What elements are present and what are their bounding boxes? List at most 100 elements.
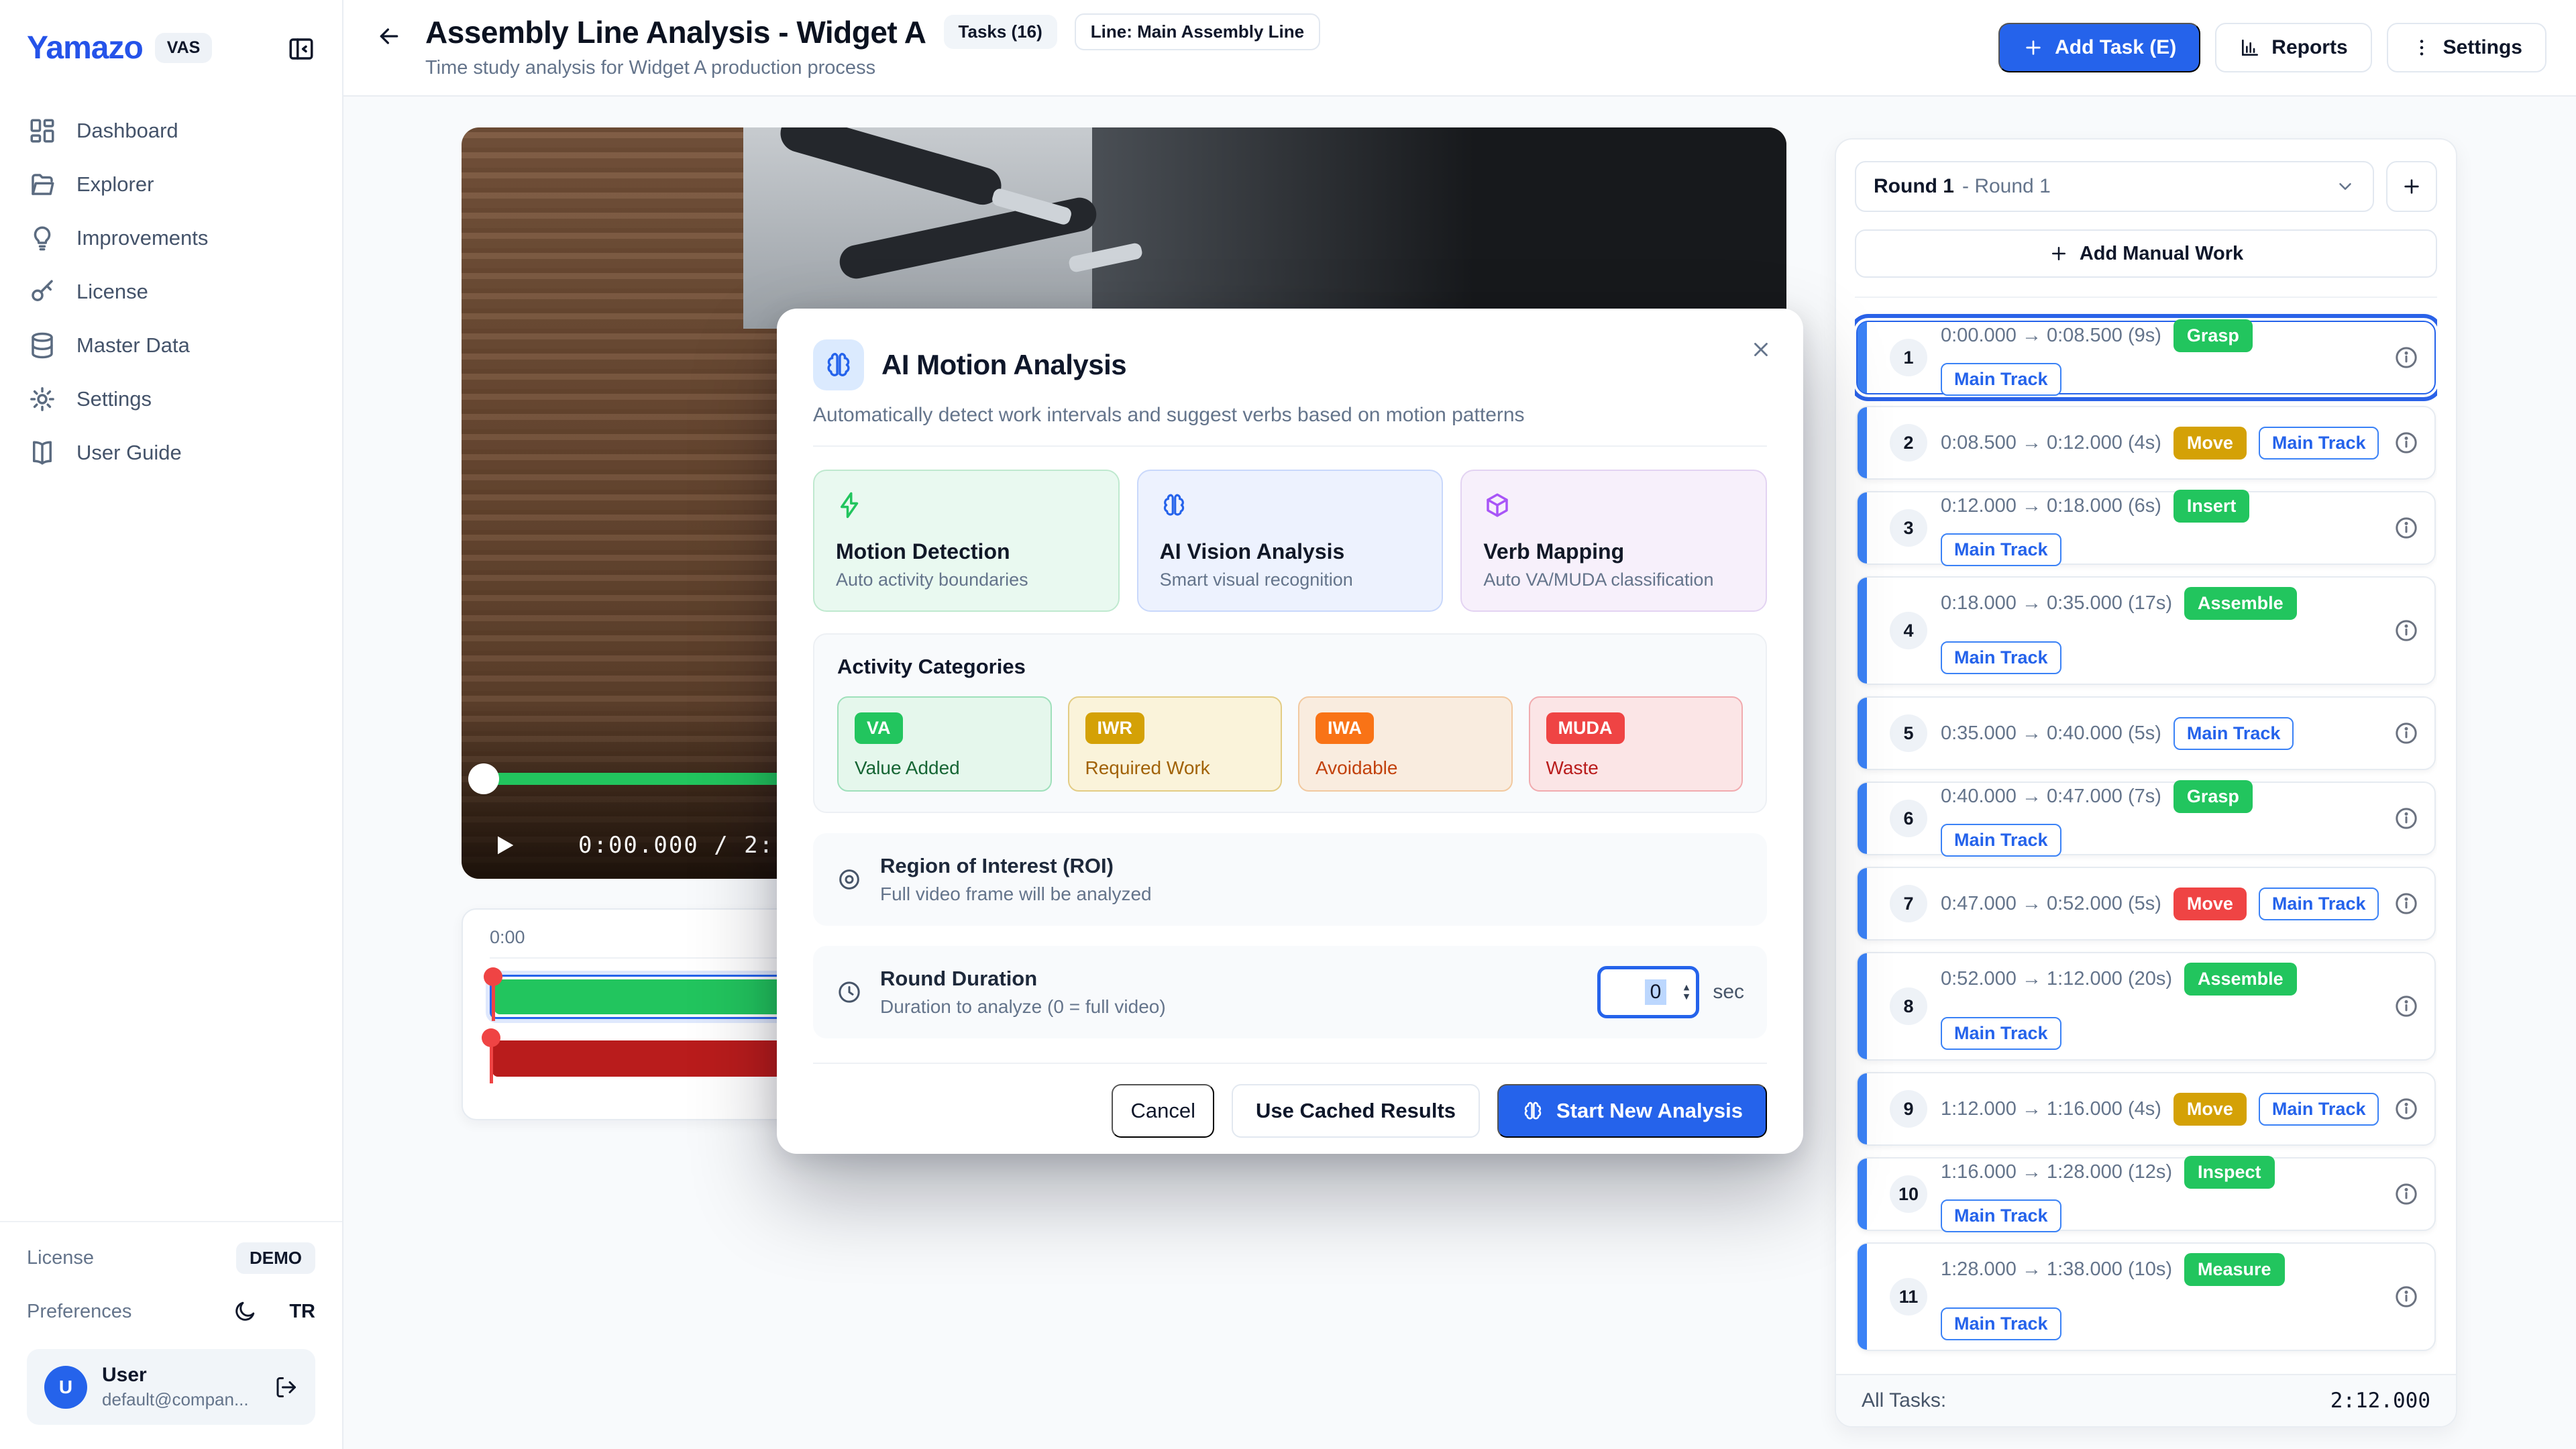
info-icon[interactable] <box>2393 1283 2420 1310</box>
task-row-9[interactable]: 9 1:12.000 → 1:16.000 (4s) Move Main Tra… <box>1856 1072 2436 1146</box>
kebab-menu-icon <box>2411 37 2432 58</box>
bar-chart-icon <box>2239 37 2261 58</box>
sidebar-collapse-icon[interactable] <box>287 35 315 63</box>
task-number: 1 <box>1890 339 1927 376</box>
info-icon[interactable] <box>2393 890 2420 917</box>
sidebar-item-explorer[interactable]: Explorer <box>0 158 342 211</box>
timeline-playhead-dot[interactable] <box>484 967 502 986</box>
round-selector[interactable]: Round 1 - Round 1 <box>1855 161 2374 212</box>
task-row-5[interactable]: 5 0:35.000 → 0:40.000 (5s) Main Track <box>1856 696 2436 770</box>
video-playhead[interactable] <box>468 763 499 794</box>
task-row-2[interactable]: 2 0:08.500 → 0:12.000 (4s) Move Main Tra… <box>1856 406 2436 480</box>
round-name: Round 1 <box>1874 175 1954 198</box>
task-row-1[interactable]: 1 0:00.000 → 0:08.500 (9s) Grasp Main Tr… <box>1856 321 2436 394</box>
sidebar-item-license[interactable]: License <box>0 265 342 319</box>
language-toggle[interactable]: TR <box>289 1301 315 1323</box>
task-row-11[interactable]: 11 1:28.000 → 1:38.000 (10s) Measure Mai… <box>1856 1242 2436 1351</box>
track-chip[interactable]: Main Track <box>2259 427 2379 460</box>
spinner-arrows-icon[interactable]: ▴▾ <box>1684 983 1690 1002</box>
timeline-segment[interactable] <box>494 979 816 1014</box>
feature-card-motion-detection: Motion Detection Auto activity boundarie… <box>813 470 1120 612</box>
add-round-button[interactable] <box>2386 161 2437 212</box>
info-icon[interactable] <box>2393 720 2420 747</box>
info-icon[interactable] <box>2393 617 2420 644</box>
sidebar-item-label: Dashboard <box>76 119 178 143</box>
task-number: 10 <box>1890 1175 1927 1213</box>
dark-mode-toggle[interactable] <box>233 1299 257 1324</box>
category-label: Waste <box>1546 757 1726 779</box>
track-chip[interactable]: Main Track <box>1941 363 2061 396</box>
track-chip[interactable]: Main Track <box>1941 824 2061 857</box>
sidebar-item-settings[interactable]: Settings <box>0 372 342 426</box>
track-chip[interactable]: Main Track <box>2259 888 2379 920</box>
task-row-10[interactable]: 10 1:16.000 → 1:28.000 (12s) Inspect Mai… <box>1856 1157 2436 1231</box>
add-manual-work-button[interactable]: Add Manual Work <box>1855 229 2437 278</box>
round-suffix: - Round 1 <box>1962 175 2051 198</box>
sidebar-item-master-data[interactable]: Master Data <box>0 319 342 372</box>
round-duration-input[interactable]: 0 ▴▾ <box>1597 966 1699 1018</box>
close-icon[interactable] <box>1750 338 1772 361</box>
verb-badge[interactable]: Inspect <box>2184 1156 2275 1189</box>
task-accent <box>1858 783 1867 854</box>
verb-badge[interactable]: Measure <box>2184 1253 2285 1286</box>
task-row-7[interactable]: 7 0:47.000 → 0:52.000 (5s) Move Main Tra… <box>1856 867 2436 941</box>
info-icon[interactable] <box>2393 993 2420 1020</box>
task-row-3[interactable]: 3 0:12.000 → 0:18.000 (6s) Insert Main T… <box>1856 491 2436 565</box>
task-number: 3 <box>1890 509 1927 547</box>
verb-badge[interactable]: Grasp <box>2174 319 2253 352</box>
info-icon[interactable] <box>2393 429 2420 456</box>
verb-badge[interactable]: Assemble <box>2184 963 2297 996</box>
play-button[interactable] <box>491 832 518 859</box>
page-title: Assembly Line Analysis - Widget A <box>425 14 926 50</box>
info-icon[interactable] <box>2393 344 2420 371</box>
chevron-down-icon <box>2335 176 2355 197</box>
track-chip[interactable]: Main Track <box>1941 1199 2061 1232</box>
brain-icon <box>1160 491 1188 519</box>
info-icon[interactable] <box>2393 805 2420 832</box>
info-icon[interactable] <box>2393 515 2420 541</box>
timeline-playhead-dot[interactable] <box>482 1028 500 1047</box>
task-accent <box>1858 407 1867 478</box>
verb-badge[interactable]: Move <box>2174 1093 2247 1126</box>
settings-button[interactable]: Settings <box>2387 23 2546 72</box>
add-task-button[interactable]: Add Task (E) <box>1998 23 2200 72</box>
verb-badge[interactable]: Move <box>2174 427 2247 460</box>
verb-badge[interactable]: Insert <box>2174 490 2250 523</box>
verb-badge[interactable]: Assemble <box>2184 587 2297 620</box>
track-chip[interactable]: Main Track <box>2259 1093 2379 1126</box>
track-chip[interactable]: Main Track <box>1941 533 2061 566</box>
sidebar-item-dashboard[interactable]: Dashboard <box>0 104 342 158</box>
info-icon[interactable] <box>2393 1095 2420 1122</box>
task-row-4[interactable]: 4 0:18.000 → 0:35.000 (17s) Assemble Mai… <box>1856 576 2436 685</box>
track-chip[interactable]: Main Track <box>1941 641 2061 674</box>
start-new-analysis-button[interactable]: Start New Analysis <box>1497 1084 1767 1138</box>
reports-button[interactable]: Reports <box>2215 23 2371 72</box>
logout-icon[interactable] <box>274 1375 298 1399</box>
category-va: VA Value Added <box>837 696 1052 792</box>
feature-card-verb-mapping: Verb Mapping Auto VA/MUDA classification <box>1460 470 1767 612</box>
verb-badge[interactable]: Move <box>2174 888 2247 920</box>
task-time: 0:12.000 → 0:18.000 (6s) <box>1941 495 2161 517</box>
task-row-8[interactable]: 8 0:52.000 → 1:12.000 (20s) Assemble Mai… <box>1856 952 2436 1061</box>
task-accent <box>1858 578 1867 684</box>
back-button[interactable] <box>376 23 402 79</box>
info-icon[interactable] <box>2393 1181 2420 1208</box>
category-code-badge: IWA <box>1316 712 1374 744</box>
track-chip[interactable]: Main Track <box>2174 717 2294 750</box>
lightbulb-icon <box>28 224 56 252</box>
user-email: default@compan... <box>102 1389 249 1410</box>
sidebar-item-user-guide[interactable]: User Guide <box>0 426 342 480</box>
task-row-6[interactable]: 6 0:40.000 → 0:47.000 (7s) Grasp Main Tr… <box>1856 782 2436 855</box>
user-card[interactable]: U User default@compan... <box>27 1349 315 1425</box>
verb-badge[interactable]: Grasp <box>2174 780 2253 813</box>
track-chip[interactable]: Main Track <box>1941 1017 2061 1050</box>
sidebar-item-improvements[interactable]: Improvements <box>0 211 342 265</box>
cancel-button[interactable]: Cancel <box>1112 1084 1214 1138</box>
track-chip[interactable]: Main Track <box>1941 1307 2061 1340</box>
task-time: 0:18.000 → 0:35.000 (17s) <box>1941 592 2172 614</box>
brain-icon <box>813 339 864 390</box>
tasks-total-bar: All Tasks: 2:12.000 <box>1836 1374 2456 1426</box>
gear-icon <box>28 385 56 413</box>
use-cached-results-button[interactable]: Use Cached Results <box>1232 1084 1480 1138</box>
tasks-panel: Round 1 - Round 1 Add Manual Work 1 0:00… <box>1835 138 2457 1428</box>
